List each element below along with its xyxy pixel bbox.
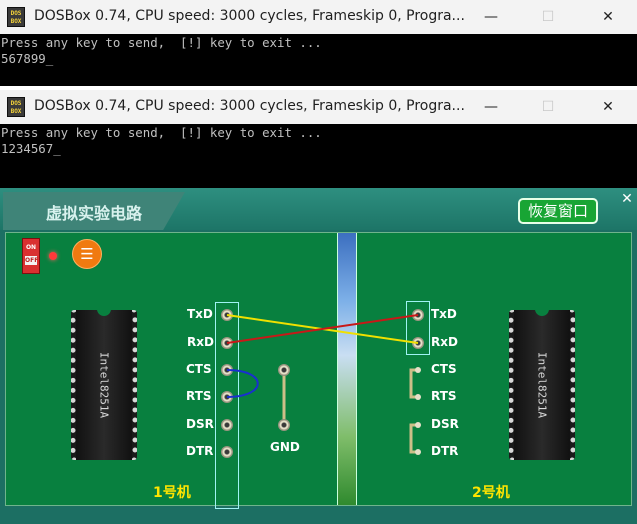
maximize-icon: ☐ xyxy=(541,9,555,25)
close-icon: ✕ xyxy=(602,99,614,115)
minimize-button[interactable]: — xyxy=(468,2,514,32)
lab-close-icon[interactable]: ✕ xyxy=(618,190,636,208)
dos-console[interactable]: Press any key to send, [!] key to exit .… xyxy=(0,34,637,86)
machine-1-label: 1号机 xyxy=(153,485,191,501)
right-dsr-dtr-jumper xyxy=(409,423,416,454)
window-title: DOSBox 0.74, CPU speed: 3000 cycles, Fra… xyxy=(34,8,465,24)
right-cts-rts-jumper xyxy=(409,368,416,399)
dos-console[interactable]: Press any key to send, [!] key to exit .… xyxy=(0,124,637,188)
dosbox-app-icon: DOS BOX xyxy=(7,97,25,117)
dosbox-window-1: DOS BOX DOSBox 0.74, CPU speed: 3000 cyc… xyxy=(0,0,637,90)
close-button[interactable]: ✕ xyxy=(585,2,631,32)
wiring-layer xyxy=(226,314,421,455)
circuit-board: ON OFF ☰ Intel8251A Intel8251A TxD RxD C… xyxy=(5,232,632,509)
title-bar[interactable]: DOS BOX DOSBox 0.74, CPU speed: 3000 cyc… xyxy=(0,90,637,124)
title-bar[interactable]: DOS BOX DOSBox 0.74, CPU speed: 3000 cyc… xyxy=(0,0,637,34)
right-pin-dsr[interactable] xyxy=(415,422,421,428)
restore-window-button[interactable]: 恢复窗口 xyxy=(518,198,598,224)
right-pin-cts[interactable] xyxy=(415,367,421,373)
lab-title: 虚拟实验电路 xyxy=(46,204,143,223)
minimize-icon: — xyxy=(484,99,498,115)
wire-cts-rts-loop[interactable] xyxy=(226,369,259,398)
virtual-lab-window: 虚拟实验电路 恢复窗口 ✕ ON OFF ☰ Intel8251A Intel8… xyxy=(0,188,637,524)
minimize-icon: — xyxy=(484,9,498,25)
lab-header: 虚拟实验电路 恢复窗口 ✕ xyxy=(0,188,637,230)
window-title: DOSBox 0.74, CPU speed: 3000 cycles, Fra… xyxy=(34,98,465,114)
close-icon: ✕ xyxy=(602,9,614,25)
dosbox-window-2: DOS BOX DOSBox 0.74, CPU speed: 3000 cyc… xyxy=(0,90,637,188)
console-line: 1234567_ xyxy=(1,141,61,156)
console-line: Press any key to send, [!] key to exit .… xyxy=(1,35,322,50)
console-line: Press any key to send, [!] key to exit .… xyxy=(1,125,322,140)
right-pin-rts[interactable] xyxy=(415,394,421,400)
maximize-button[interactable]: ☐ xyxy=(525,92,571,122)
machine-2-label: 2号机 xyxy=(472,485,510,501)
right-pin-dtr[interactable] xyxy=(415,449,421,455)
maximize-icon: ☐ xyxy=(541,99,555,115)
dosbox-app-icon: DOS BOX xyxy=(7,7,25,27)
console-line: 567899_ xyxy=(1,51,54,66)
maximize-button[interactable]: ☐ xyxy=(525,2,571,32)
minimize-button[interactable]: — xyxy=(468,92,514,122)
close-button[interactable]: ✕ xyxy=(585,92,631,122)
